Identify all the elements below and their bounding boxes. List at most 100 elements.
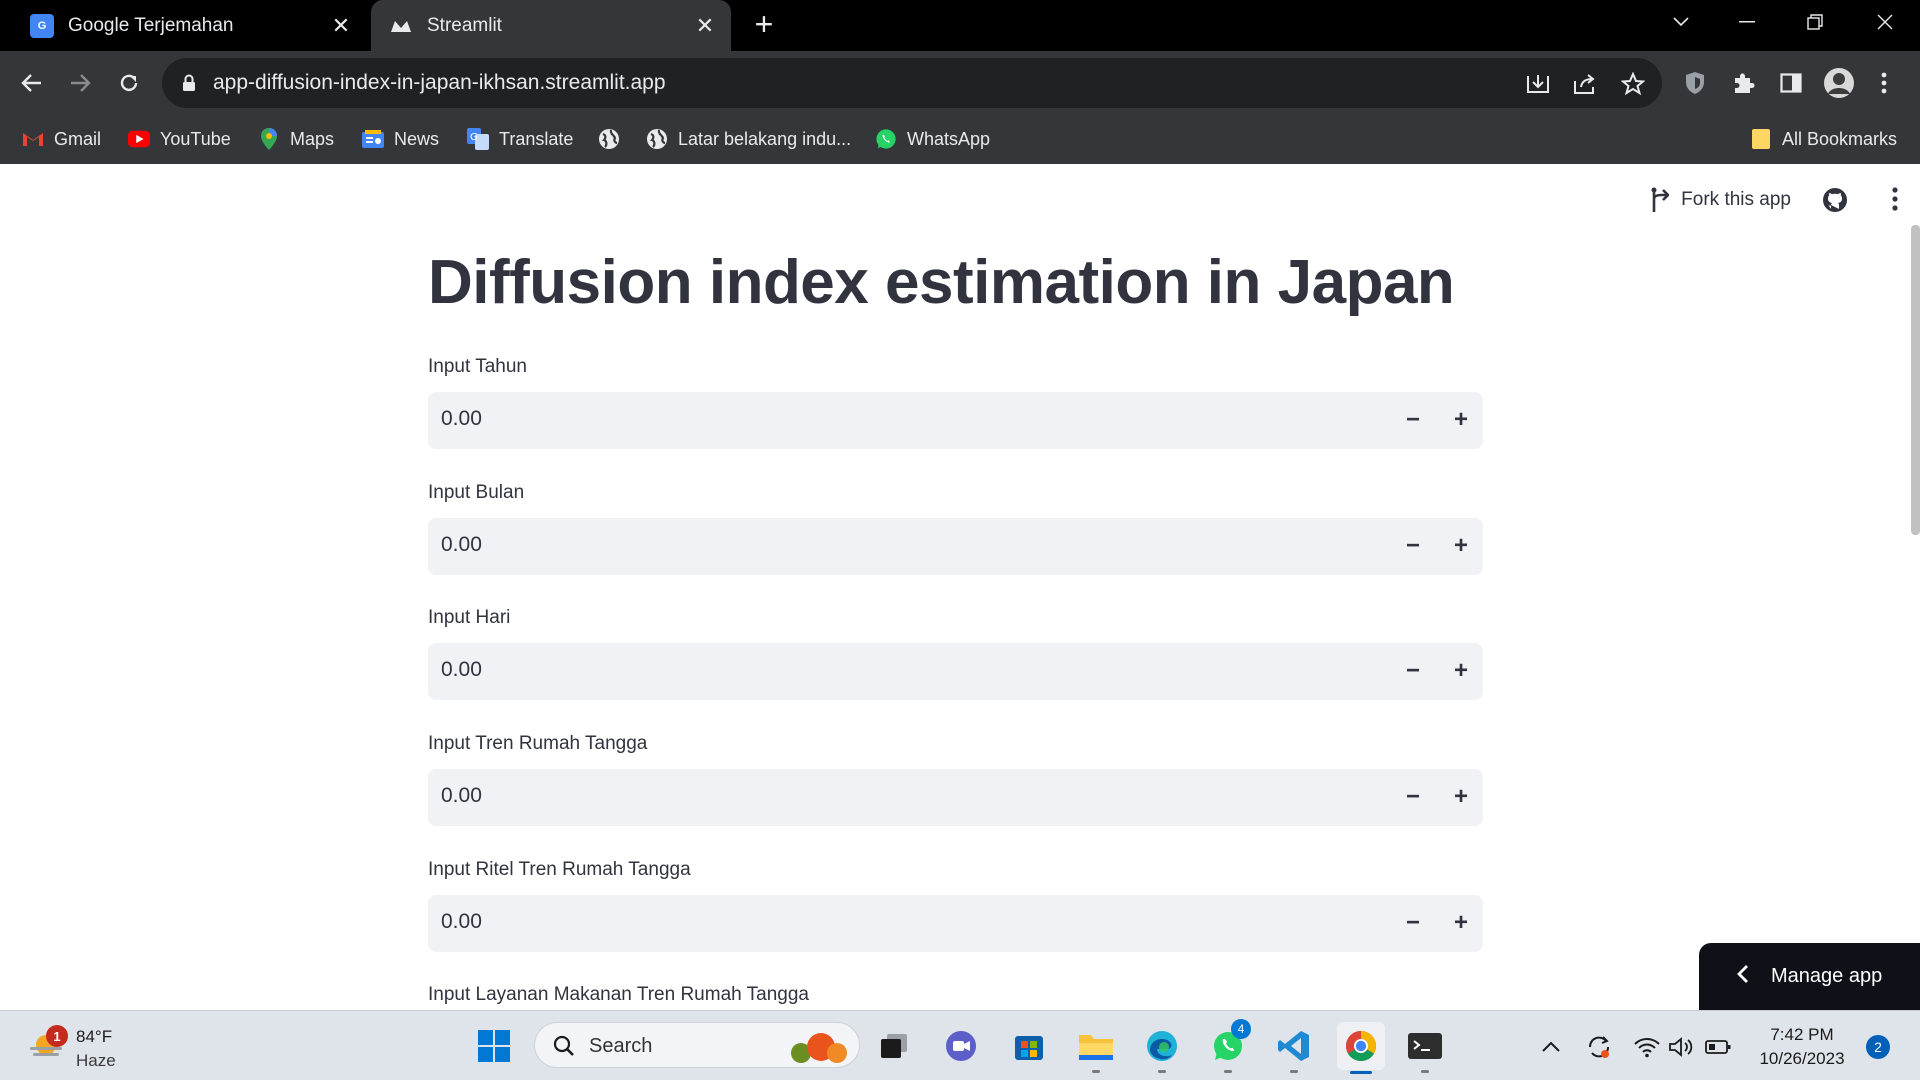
running-indicator	[1224, 1070, 1232, 1073]
decrement-button[interactable]: −	[1395, 402, 1431, 438]
number-input-box[interactable]: 0.00 − +	[428, 392, 1483, 449]
bookmark-translate[interactable]: G Translate	[467, 124, 573, 154]
microsoft-store-icon[interactable]	[1008, 1025, 1050, 1067]
decrement-button[interactable]: −	[1395, 779, 1431, 815]
bookmark-gmail[interactable]: Gmail	[22, 124, 101, 154]
address-bar[interactable]: app-diffusion-index-in-japan-ikhsan.stre…	[162, 58, 1662, 108]
start-button[interactable]	[473, 1025, 515, 1067]
close-window-icon[interactable]	[1852, 0, 1918, 44]
increment-button[interactable]: +	[1443, 779, 1479, 815]
youtube-icon	[128, 128, 150, 150]
side-panel-icon[interactable]	[1773, 65, 1809, 101]
whatsapp-taskbar-icon[interactable]: 4	[1207, 1019, 1251, 1073]
bookmark-whatsapp[interactable]: WhatsApp	[875, 124, 990, 154]
close-icon[interactable]: ✕	[691, 12, 719, 40]
reload-button[interactable]	[111, 65, 147, 101]
url-text[interactable]: app-diffusion-index-in-japan-ikhsan.stre…	[213, 71, 666, 95]
field-label: Input Tren Rumah Tangga	[428, 733, 648, 754]
tab-search-icon[interactable]	[1648, 0, 1714, 44]
number-input-value[interactable]: 0.00	[441, 407, 482, 431]
weather-temp: 84°F	[76, 1027, 113, 1046]
streamlit-icon	[389, 14, 413, 38]
clock-date: 10/26/2023	[1759, 1049, 1845, 1068]
fork-icon	[1651, 187, 1670, 212]
taskbar-clock[interactable]: 7:42 PM 10/26/2023	[1752, 1023, 1852, 1071]
whatsapp-icon	[875, 128, 897, 150]
bookmark-globe[interactable]	[598, 124, 630, 154]
chrome-taskbar-icon[interactable]	[1337, 1022, 1385, 1074]
new-tab-button[interactable]: +	[748, 8, 780, 41]
show-hidden-icons-chevron-icon[interactable]	[1537, 1033, 1565, 1061]
close-icon[interactable]: ✕	[327, 12, 355, 40]
number-input-box[interactable]: 0.00 − +	[428, 895, 1483, 952]
bookmark-label: Translate	[499, 128, 574, 149]
bookmark-youtube[interactable]: YouTube	[128, 124, 231, 154]
lock-icon[interactable]	[182, 74, 196, 97]
number-input-tahun: Input Tahun 0.00 − +	[428, 356, 1483, 449]
main-menu-icon[interactable]	[1892, 187, 1898, 216]
running-indicator	[1290, 1070, 1298, 1073]
streamlit-page: Fork this app Diffusion index estimation…	[0, 165, 1920, 1010]
decrement-button[interactable]: −	[1395, 905, 1431, 941]
decrement-button[interactable]: −	[1395, 653, 1431, 689]
all-bookmarks[interactable]: All Bookmarks	[1750, 124, 1897, 154]
fork-app-button[interactable]: Fork this app	[1649, 187, 1791, 213]
folder-icon	[1750, 128, 1772, 150]
vscode-icon[interactable]	[1273, 1025, 1315, 1073]
tab-google-translate[interactable]: G Google Terjemahan ✕	[12, 0, 367, 51]
number-input-value[interactable]: 0.00	[441, 533, 482, 557]
terminal-icon[interactable]	[1404, 1025, 1446, 1073]
extensions-icon[interactable]	[1725, 65, 1761, 101]
bookmark-maps[interactable]: Maps	[258, 124, 334, 154]
profile-avatar-icon[interactable]	[1821, 65, 1857, 101]
edge-icon[interactable]	[1141, 1025, 1183, 1073]
task-view-icon[interactable]	[873, 1025, 915, 1067]
wifi-icon[interactable]	[1633, 1033, 1661, 1061]
browser-toolbar: app-diffusion-index-in-japan-ikhsan.stre…	[0, 51, 1920, 115]
decrement-button[interactable]: −	[1395, 528, 1431, 564]
number-input-value[interactable]: 0.00	[441, 910, 482, 934]
tab-streamlit[interactable]: Streamlit ✕	[371, 0, 731, 51]
bookmark-latar-belakang[interactable]: Latar belakang indu...	[646, 124, 851, 154]
shield-extension-icon[interactable]	[1677, 65, 1713, 101]
teams-chat-icon[interactable]	[940, 1025, 982, 1067]
taskbar-search[interactable]: Search	[534, 1022, 860, 1068]
forward-button[interactable]	[62, 65, 98, 101]
bookmarks-bar: Gmail YouTube Maps News G Translate Lata…	[0, 115, 1920, 280]
minimize-icon[interactable]	[1714, 0, 1780, 44]
volume-icon[interactable]	[1667, 1033, 1695, 1061]
increment-button[interactable]: +	[1443, 528, 1479, 564]
sync-icon[interactable]	[1585, 1033, 1613, 1061]
bookmark-news[interactable]: News	[362, 124, 439, 154]
manage-app-button[interactable]: Manage app	[1699, 943, 1920, 1010]
restore-icon[interactable]	[1782, 0, 1848, 44]
share-icon[interactable]	[1572, 71, 1598, 97]
page-scrollbar[interactable]	[1911, 225, 1920, 535]
tab-title: Google Terjemahan	[68, 14, 234, 36]
github-icon[interactable]	[1822, 187, 1848, 218]
number-input-box[interactable]: 0.00 − +	[428, 643, 1483, 700]
increment-button[interactable]: +	[1443, 905, 1479, 941]
battery-icon[interactable]	[1704, 1033, 1732, 1061]
gmail-icon	[22, 128, 44, 150]
notification-badge[interactable]: 2	[1866, 1035, 1890, 1059]
number-input-ritel-tren: Input Ritel Tren Rumah Tangga 0.00 − +	[428, 859, 1483, 952]
bookmark-label: Latar belakang indu...	[678, 128, 852, 149]
number-input-box[interactable]: 0.00 − +	[428, 518, 1483, 575]
number-input-box[interactable]: 0.00 − +	[428, 769, 1483, 826]
back-button[interactable]	[14, 65, 50, 101]
increment-button[interactable]: +	[1443, 653, 1479, 689]
running-indicator	[1092, 1070, 1100, 1073]
increment-button[interactable]: +	[1443, 402, 1479, 438]
install-app-icon[interactable]	[1525, 71, 1551, 97]
number-input-value[interactable]: 0.00	[441, 658, 482, 682]
file-explorer-icon[interactable]	[1075, 1025, 1117, 1073]
bookmark-star-icon[interactable]	[1620, 71, 1646, 97]
field-label: Input Layanan Makanan Tren Rumah Tangga	[428, 984, 809, 1005]
chevron-left-icon	[1737, 964, 1749, 990]
running-indicator	[1421, 1070, 1429, 1073]
bookmark-label: News	[394, 128, 440, 149]
chrome-menu-icon[interactable]	[1866, 65, 1902, 101]
weather-widget[interactable]: 1 84°F Haze	[28, 1019, 128, 1070]
number-input-value[interactable]: 0.00	[441, 784, 482, 808]
